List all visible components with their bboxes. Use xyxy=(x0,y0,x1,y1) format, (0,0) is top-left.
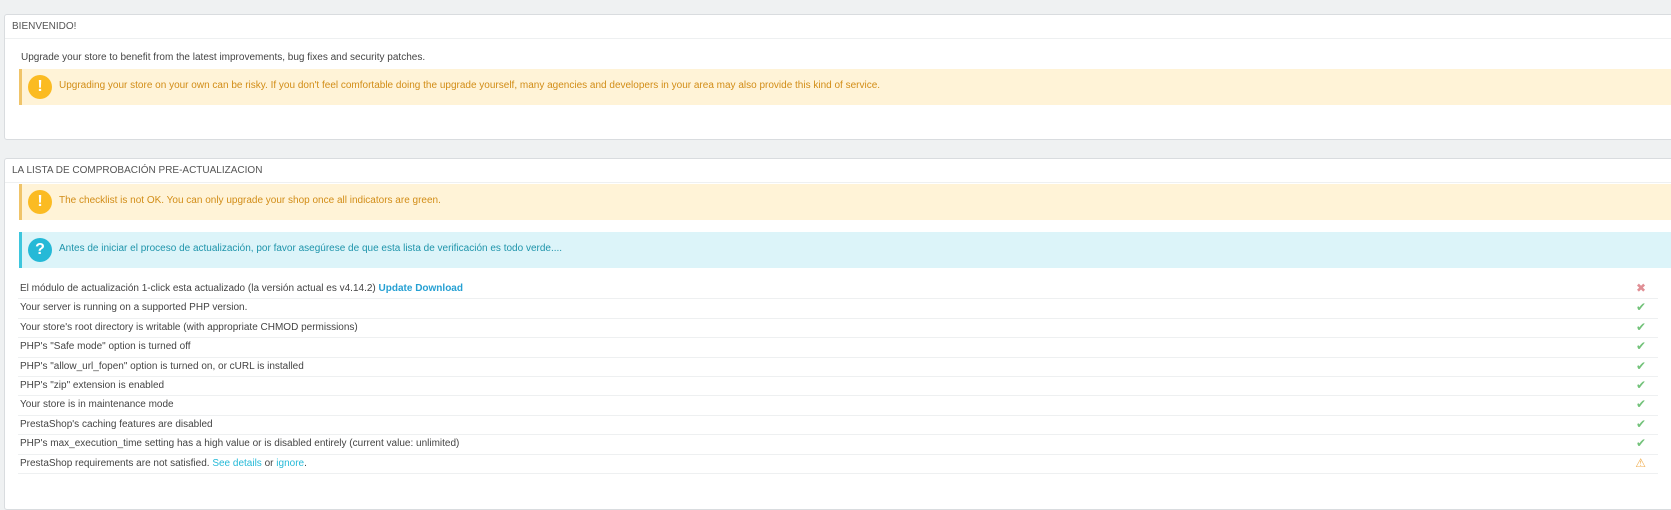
row-label: Your server is running on a supported PH… xyxy=(20,302,248,314)
check-icon: ✔ xyxy=(1635,339,1646,354)
checklist-info-alert: ? Antes de iniciar el proceso de actuali… xyxy=(19,232,1671,268)
row-label: PHP's "Safe mode" option is turned off xyxy=(20,341,191,353)
row-label: El módulo de actualización 1-click esta … xyxy=(20,283,376,294)
alert-text: Antes de iniciar el proceso de actualiza… xyxy=(59,243,563,254)
see-details-link[interactable]: See details xyxy=(212,458,261,469)
row-label: PHP's "zip" extension is enabled xyxy=(20,379,165,391)
check-icon: ✔ xyxy=(1635,436,1646,451)
welcome-panel: BIENVENIDO! Upgrade your store to benefi… xyxy=(4,14,1671,140)
check-icon: ✔ xyxy=(1635,319,1646,334)
upgrade-risk-alert: ! Upgrading your store on your own can b… xyxy=(19,69,1671,105)
row-label: PHP's "allow_url_fopen" option is turned… xyxy=(20,360,304,372)
row-label: Your store's root directory is writable … xyxy=(20,321,358,333)
check-icon: ✔ xyxy=(1635,397,1646,412)
warning-triangle-icon: ⚠ xyxy=(1635,455,1646,470)
alert-text: Upgrading your store on your own can be … xyxy=(59,80,881,91)
check-icon: ✔ xyxy=(1635,358,1646,373)
panel-title: LA LISTA DE COMPROBACIÓN PRE-ACTUALIZACI… xyxy=(5,159,1671,183)
exclamation-circle-icon: ! xyxy=(28,75,52,99)
table-row: Your server is running on a supported PH… xyxy=(18,299,1658,319)
table-row: Your store is in maintenance mode ✔ xyxy=(18,396,1658,416)
or-text: or xyxy=(264,457,274,469)
update-download-link[interactable]: Update Download xyxy=(379,283,463,294)
checklist-warning-alert: ! The checklist is not OK. You can only … xyxy=(19,184,1671,220)
ignore-link[interactable]: ignore xyxy=(276,458,304,469)
intro-text: Upgrade your store to benefit from the l… xyxy=(21,52,426,63)
row-label: PHP's max_execution_time setting has a h… xyxy=(20,438,460,450)
table-row: PHP's "allow_url_fopen" option is turned… xyxy=(18,358,1658,377)
table-row: Your store's root directory is writable … xyxy=(18,319,1658,339)
table-row: El módulo de actualización 1-click esta … xyxy=(18,280,1658,300)
row-label: Your store is in maintenance mode xyxy=(20,399,174,411)
question-circle-icon: ? xyxy=(28,238,52,262)
row-label: PrestaShop requirements are not satisfie… xyxy=(20,457,210,469)
exclamation-circle-icon: ! xyxy=(28,190,52,214)
table-row: PHP's "zip" extension is enabled ✔ xyxy=(18,377,1658,397)
check-icon: ✔ xyxy=(1635,416,1646,431)
table-row: PrestaShop requirements are not satisfie… xyxy=(18,455,1658,474)
check-icon: ✔ xyxy=(1635,300,1646,315)
row-label: PrestaShop's caching features are disabl… xyxy=(20,418,213,430)
table-row: PrestaShop's caching features are disabl… xyxy=(18,416,1658,436)
table-row: PHP's "Safe mode" option is turned off ✔ xyxy=(18,338,1658,358)
alert-text: The checklist is not OK. You can only up… xyxy=(59,195,441,206)
cross-icon: ✖ xyxy=(1635,281,1646,295)
check-icon: ✔ xyxy=(1635,377,1646,392)
panel-title: BIENVENIDO! xyxy=(5,15,1671,39)
checklist-table: El módulo de actualización 1-click esta … xyxy=(18,280,1658,474)
table-row: PHP's max_execution_time setting has a h… xyxy=(18,435,1658,455)
